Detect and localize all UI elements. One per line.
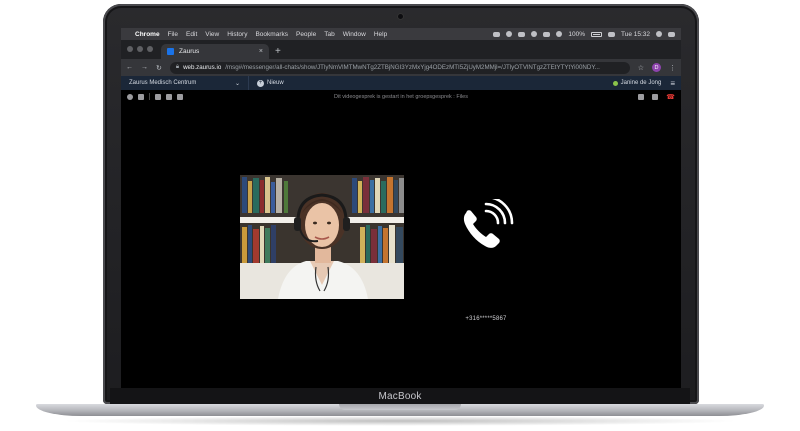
- menu-bookmarks[interactable]: Bookmarks: [255, 31, 288, 38]
- zoom-window-button[interactable]: [147, 46, 153, 52]
- new-button-label: Nieuw: [267, 80, 284, 86]
- browser-tabstrip: Zaurus × +: [121, 40, 681, 59]
- window-controls: [121, 46, 161, 59]
- battery-icon[interactable]: [590, 31, 602, 37]
- menu-window[interactable]: Window: [343, 31, 366, 38]
- cloud-icon[interactable]: [518, 31, 526, 37]
- close-window-button[interactable]: [127, 46, 133, 52]
- hamburger-menu-icon[interactable]: ≡: [670, 79, 675, 88]
- wifi-icon[interactable]: [543, 31, 551, 37]
- volume-icon[interactable]: [556, 31, 563, 37]
- battery-percent[interactable]: 100%: [568, 31, 585, 38]
- video-call-area: +316*****5867: [121, 103, 681, 390]
- plus-icon: +: [257, 79, 264, 87]
- laptop-brand-label: MacBook: [378, 391, 422, 402]
- menu-file[interactable]: File: [168, 31, 178, 38]
- call-origin-notice: Dit videogesprek is gestart in het groep…: [334, 93, 468, 100]
- timer-icon[interactable]: [531, 31, 538, 37]
- sync-icon[interactable]: [506, 31, 513, 37]
- laptop-opening-notch: [339, 404, 461, 410]
- flag-icon[interactable]: [607, 31, 615, 37]
- organization-switcher[interactable]: Zaurus Medisch Centrum ⌄: [121, 76, 249, 90]
- user-name: Janine de Jong: [620, 80, 662, 86]
- menu-app-name[interactable]: Chrome: [135, 31, 160, 38]
- hang-up-icon[interactable]: ☎︎: [666, 93, 675, 101]
- url-host: web.zaurus.io: [183, 64, 222, 71]
- forward-icon[interactable]: →: [141, 64, 148, 71]
- address-bar[interactable]: 🔒︎ web.zaurus.io/msg#/messenger/all-chat…: [169, 61, 630, 74]
- zaurus-favicon-icon: [167, 48, 174, 55]
- browser-toolbar: ← → ↻ 🔒︎ web.zaurus.io/msg#/messenger/al…: [121, 59, 681, 76]
- laptop-shadow: [60, 416, 740, 426]
- new-tab-button[interactable]: +: [269, 46, 287, 59]
- menu-people[interactable]: People: [296, 31, 316, 38]
- user-status[interactable]: Janine de Jong ≡: [612, 79, 681, 88]
- tab-close-icon[interactable]: ×: [259, 48, 263, 55]
- layout-grid-icon[interactable]: [177, 93, 183, 100]
- webcam: [398, 14, 403, 19]
- url-path: /msg#/messenger/all-chats/show/JTlyNmVlM…: [225, 64, 600, 71]
- tab-title: Zaurus: [179, 48, 200, 55]
- call-toolbar: Dit videogesprek is gestart in het groep…: [121, 90, 681, 103]
- menubar-tray: 100% Tue 15:32: [493, 31, 675, 38]
- video-frame: [240, 175, 404, 299]
- menubar-clock[interactable]: Tue 15:32: [621, 31, 650, 38]
- laptop-screen: Chrome File Edit View History Bookmarks …: [121, 28, 681, 390]
- minimize-window-button[interactable]: [137, 46, 143, 52]
- app-header: Zaurus Medisch Centrum ⌄ + Nieuw Janine …: [121, 76, 681, 90]
- dropbox-icon[interactable]: [493, 31, 501, 37]
- browser-menu-icon[interactable]: ⋮: [669, 64, 676, 72]
- layout-single-icon[interactable]: [155, 93, 161, 100]
- menu-edit[interactable]: Edit: [186, 31, 197, 38]
- lock-icon[interactable]: 🔒︎: [176, 64, 179, 71]
- layout-split-icon[interactable]: [166, 93, 172, 100]
- incoming-call-phone-icon: [456, 195, 516, 255]
- camera-toggle-icon[interactable]: [638, 93, 645, 100]
- reload-icon[interactable]: ↻: [156, 64, 162, 72]
- control-center-icon[interactable]: [668, 31, 675, 37]
- screen-share-icon[interactable]: [138, 93, 144, 100]
- caller-phone-number: +316*****5867: [465, 316, 507, 322]
- organization-name: Zaurus Medisch Centrum: [129, 80, 197, 86]
- chevron-down-icon: ⌄: [234, 80, 240, 87]
- online-status-icon: [612, 80, 618, 86]
- new-button[interactable]: + Nieuw: [249, 79, 292, 87]
- back-icon[interactable]: ←: [126, 64, 133, 71]
- menu-help[interactable]: Help: [374, 31, 387, 38]
- menu-tab[interactable]: Tab: [324, 31, 334, 38]
- menu-history[interactable]: History: [227, 31, 247, 38]
- bookmark-star-icon[interactable]: ☆: [638, 64, 644, 72]
- search-icon[interactable]: [656, 31, 662, 37]
- toolbar-divider: [149, 93, 150, 100]
- macos-menubar: Chrome File Edit View History Bookmarks …: [121, 28, 681, 40]
- browser-tab[interactable]: Zaurus ×: [161, 44, 269, 59]
- microphone-icon[interactable]: [652, 93, 659, 100]
- remote-video-feed[interactable]: [240, 175, 404, 299]
- profile-avatar[interactable]: D: [652, 63, 661, 72]
- call-controls: ☎︎: [638, 93, 675, 101]
- menu-view[interactable]: View: [205, 31, 219, 38]
- record-icon[interactable]: [127, 93, 133, 100]
